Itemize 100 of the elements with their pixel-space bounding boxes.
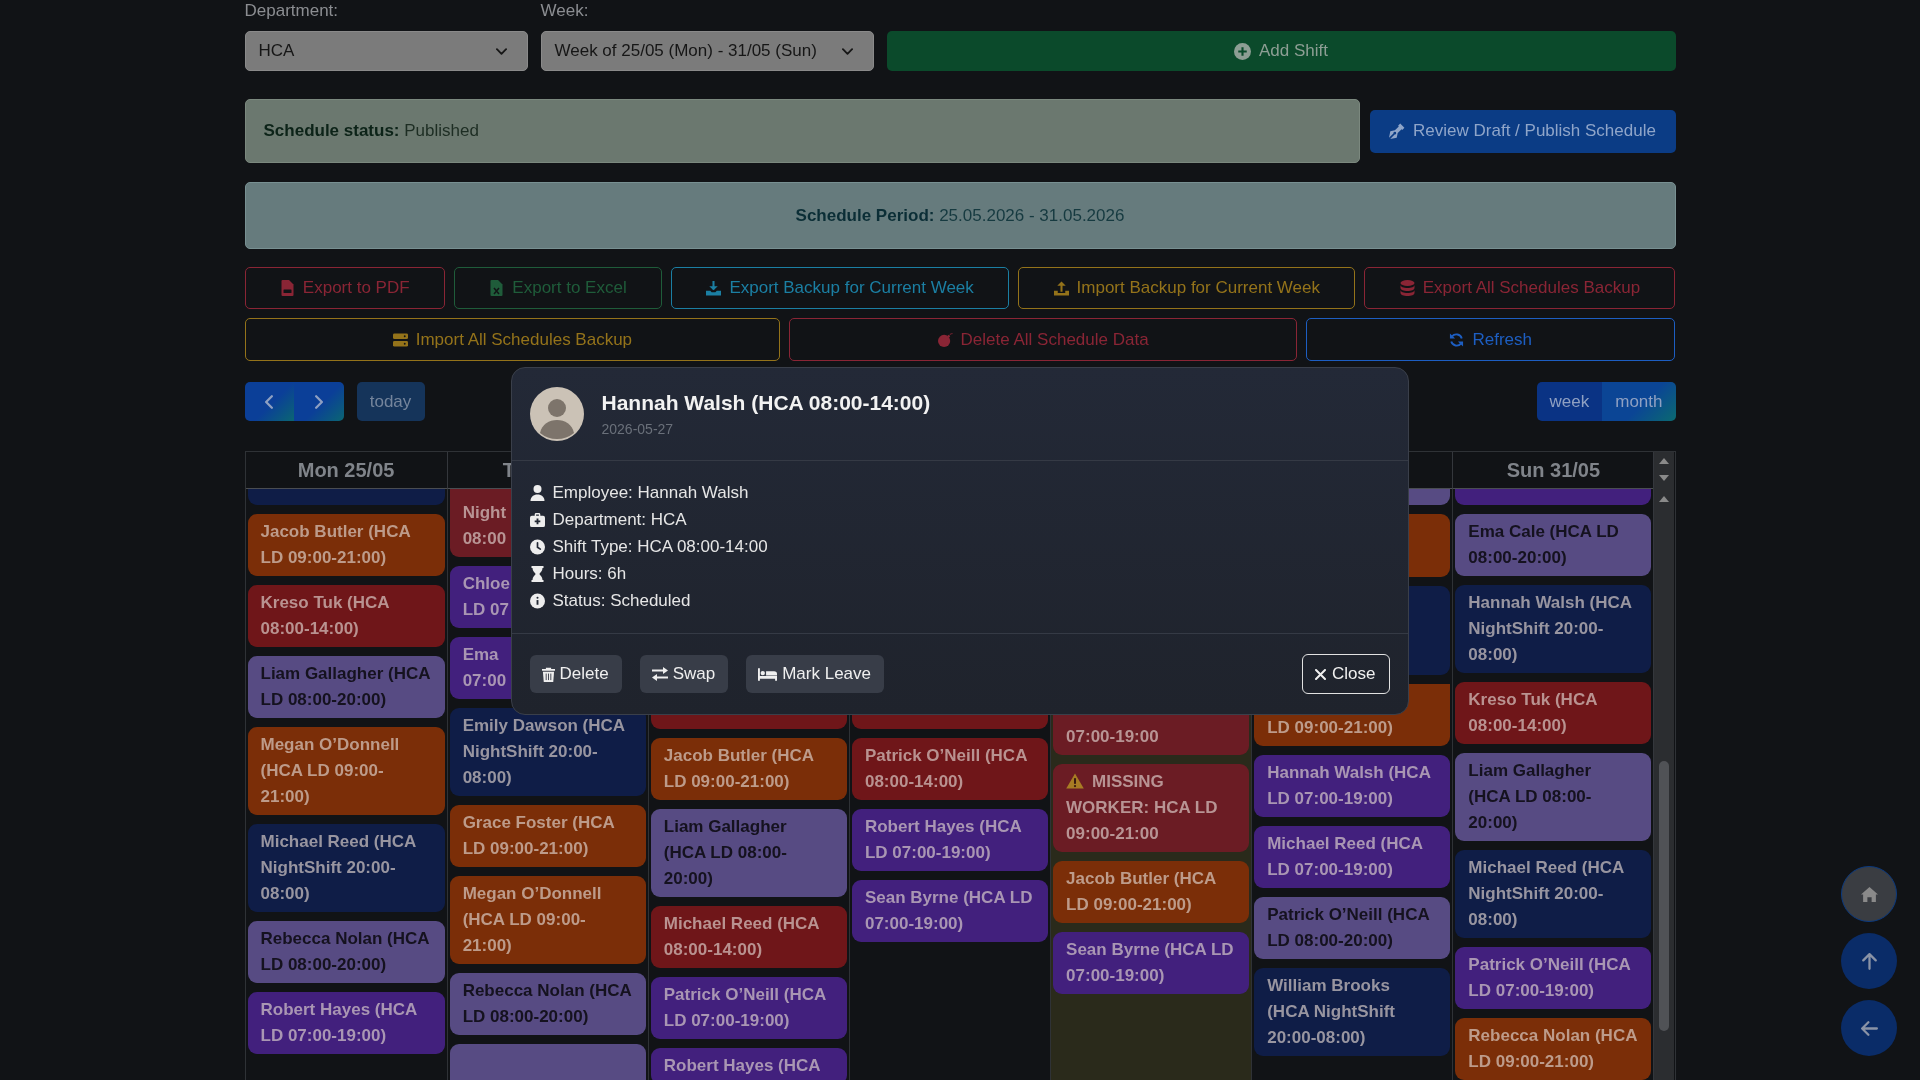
home-button[interactable]: [1841, 866, 1897, 922]
shift-event[interactable]: Rebecca Nolan (HCA LD 09:00-21:00): [1455, 1018, 1652, 1080]
shift-event[interactable]: Jacob Butler (HCA LD 09:00-21:00): [650, 738, 847, 800]
previous-button[interactable]: [244, 382, 294, 421]
clock-icon: [529, 538, 545, 555]
info-icon: [529, 592, 545, 609]
day-header: Mon 25/05: [296, 457, 396, 483]
import-all-button[interactable]: Import All Schedules Backup: [244, 318, 781, 361]
plus-circle-icon: [1234, 42, 1251, 60]
export-pdf-button[interactable]: Export to PDF: [244, 267, 445, 309]
shift-event[interactable]: Hannah Walsh (HCA LD 07:00-19:00): [1254, 755, 1451, 817]
hourglass-icon: [529, 565, 545, 582]
view-button[interactable]: week: [1536, 382, 1603, 421]
delete-button[interactable]: Delete: [529, 655, 622, 693]
mark-leave-button[interactable]: Mark Leave: [746, 655, 884, 693]
add-shift-button[interactable]: Add Shift: [886, 31, 1676, 71]
close-button[interactable]: Close: [1302, 654, 1390, 694]
shift-date: 2026-05-27: [601, 420, 675, 438]
detail-text: Status: Scheduled: [552, 590, 691, 612]
shift-event[interactable]: Michael Reed (HCA LD 07:00-19:00): [1254, 826, 1451, 888]
view-button[interactable]: month: [1602, 382, 1676, 421]
chevron-down-icon: [841, 47, 853, 55]
shift-event[interactable]: Megan O’Donnell (HCA LD 09:00-21:00): [449, 876, 646, 964]
next-button[interactable]: [294, 382, 344, 421]
shift-event[interactable]: Robert Hayes (HCA LD 07:00-19:00): [247, 992, 445, 1054]
pdf-file-icon: [279, 280, 295, 296]
export-backup-button[interactable]: Export Backup for Current Week: [671, 267, 1010, 309]
shift-event[interactable]: Liam Gallagher (HCA LD 08:00-20:00): [650, 809, 847, 897]
dialog-title: Hannah Walsh (HCA 08:00-14:00): [601, 390, 931, 416]
shift-event[interactable]: Patrick O’Neill (HCA LD 08:00-20:00): [1254, 897, 1451, 959]
schedule-status-text: Schedule status: Published: [263, 121, 479, 141]
publish-schedule-button[interactable]: Review Draft / Publish Schedule: [1369, 109, 1676, 153]
chevron-right-icon: [314, 394, 323, 409]
database-icon: [1399, 280, 1415, 296]
bomb-icon: [937, 331, 953, 348]
refresh-button[interactable]: Refresh: [1305, 318, 1676, 361]
chevron-left-icon: [265, 394, 274, 409]
detail-text: Department: HCA: [552, 509, 687, 531]
shift-event[interactable]: Sean Byrne (HCA LD 07:00-19:00): [851, 880, 1049, 942]
shift-event[interactable]: Jacob Butler (HCA LD 09:00-21:00): [1053, 861, 1250, 923]
trash-icon: [541, 666, 555, 682]
shift-event[interactable]: Patrick O’Neill (HCA LD 07:00-19:00): [650, 977, 847, 1039]
detail-text: Hours: 6h: [552, 563, 627, 585]
shift-event[interactable]: Liam Gallagher (HCA LD 08:00-20:00): [1455, 753, 1652, 841]
shift-event[interactable]: Patrick O’Neill (HCA LD 07:00-19:00): [1455, 947, 1652, 1009]
shift-event[interactable]: Kreso Tuk (HCA 08:00-14:00): [1455, 682, 1652, 744]
bed-icon: [758, 667, 778, 681]
export-all-button[interactable]: Export All Schedules Backup: [1364, 267, 1676, 309]
user-icon: [529, 484, 545, 501]
shift-event[interactable]: Robert Hayes (HCA LD 07:00-19:00): [851, 809, 1049, 871]
refresh-icon: [1449, 331, 1465, 348]
detail-text: Shift Type: HCA 08:00-14:00: [552, 536, 768, 558]
avatar-icon: [529, 387, 584, 441]
scroll-down-arrow-icon: [1659, 475, 1670, 481]
shift-event[interactable]: [1455, 489, 1652, 505]
shift-event[interactable]: Michael Reed (HCA 08:00-14:00): [650, 906, 847, 968]
upload-icon: [1053, 280, 1069, 296]
shift-event[interactable]: Robert Hayes (HCA: [650, 1048, 847, 1080]
import-backup-button[interactable]: Import Backup for Current Week: [1018, 267, 1356, 309]
schedule-period-text: Schedule Period: 25.05.2026 - 31.05.2026: [795, 205, 1125, 226]
arrow-up-icon: [1860, 952, 1878, 970]
shift-event[interactable]: Emily Dawson (HCA NightShift 20:00-08:00): [449, 708, 646, 796]
shift-event[interactable]: Kreso Tuk (HCA 08:00-14:00): [247, 585, 445, 647]
download-icon: [706, 280, 722, 296]
shift-event[interactable]: Rebecca Nolan (HCA LD 08:00-20:00): [247, 921, 445, 983]
scroll-top-button[interactable]: [1841, 933, 1897, 989]
swap-arrows-icon: [651, 667, 668, 681]
home-icon: [1860, 885, 1878, 903]
shift-event[interactable]: Hannah Walsh (HCA NightShift 20:00-08:00): [1455, 585, 1652, 673]
shift-event[interactable]: [247, 489, 445, 505]
shift-event[interactable]: Rebecca Nolan (HCA LD 08:00-20:00): [449, 973, 646, 1035]
server-icon: [392, 331, 408, 348]
shift-event[interactable]: Patrick O’Neill (HCA 08:00-14:00): [851, 738, 1049, 800]
department-select[interactable]: HCA: [244, 31, 528, 71]
shift-event[interactable]: Megan O’Donnell (HCA LD 09:00-21:00): [247, 727, 445, 815]
export-excel-button[interactable]: Export to Excel: [454, 267, 663, 309]
chevron-down-icon: [495, 47, 507, 55]
close-icon: [1315, 668, 1327, 680]
warning-icon: [1066, 773, 1085, 789]
shift-event[interactable]: 07:00-19:00: [1053, 713, 1250, 755]
shift-event[interactable]: Ema Cale (HCA LD 08:00-20:00): [1455, 514, 1652, 576]
back-button[interactable]: [1841, 1000, 1897, 1056]
spreadsheet-file-icon: [489, 280, 505, 296]
shift-event[interactable]: Sean Byrne (HCA LD 07:00-19:00): [1053, 932, 1250, 994]
department-label: Department:: [244, 0, 339, 22]
medical-briefcase-icon: [529, 511, 545, 528]
scroll-up-arrow-icon: [1659, 458, 1670, 464]
scrollbar-thumb[interactable]: [1659, 761, 1670, 1031]
shift-event[interactable]: Jacob Butler (HCA LD 09:00-21:00): [247, 514, 445, 576]
shift-event[interactable]: Grace Foster (HCA LD 09:00-21:00): [449, 805, 646, 867]
delete-all-button[interactable]: Delete All Schedule Data: [789, 318, 1297, 361]
shift-event[interactable]: Michael Reed (HCA NightShift 20:00-08:00): [247, 824, 445, 912]
shift-event[interactable]: William Brooks (HCA NightShift 20:00-08:00): [1254, 968, 1451, 1056]
scroll-up-arrow-icon: [1659, 496, 1670, 502]
week-select[interactable]: Week of 25/05 (Mon) - 31/05 (Sun): [540, 31, 874, 71]
swap-button[interactable]: Swap: [639, 655, 729, 693]
shift-event[interactable]: Michael Reed (HCA NightShift 20:00-08:00): [1455, 850, 1652, 938]
shift-event[interactable]: MISSING WORKER: HCA LD 09:00-21:00: [1053, 764, 1250, 852]
pen-icon: [1389, 123, 1406, 139]
shift-event[interactable]: Liam Gallagher (HCA LD 08:00-20:00): [247, 656, 445, 718]
